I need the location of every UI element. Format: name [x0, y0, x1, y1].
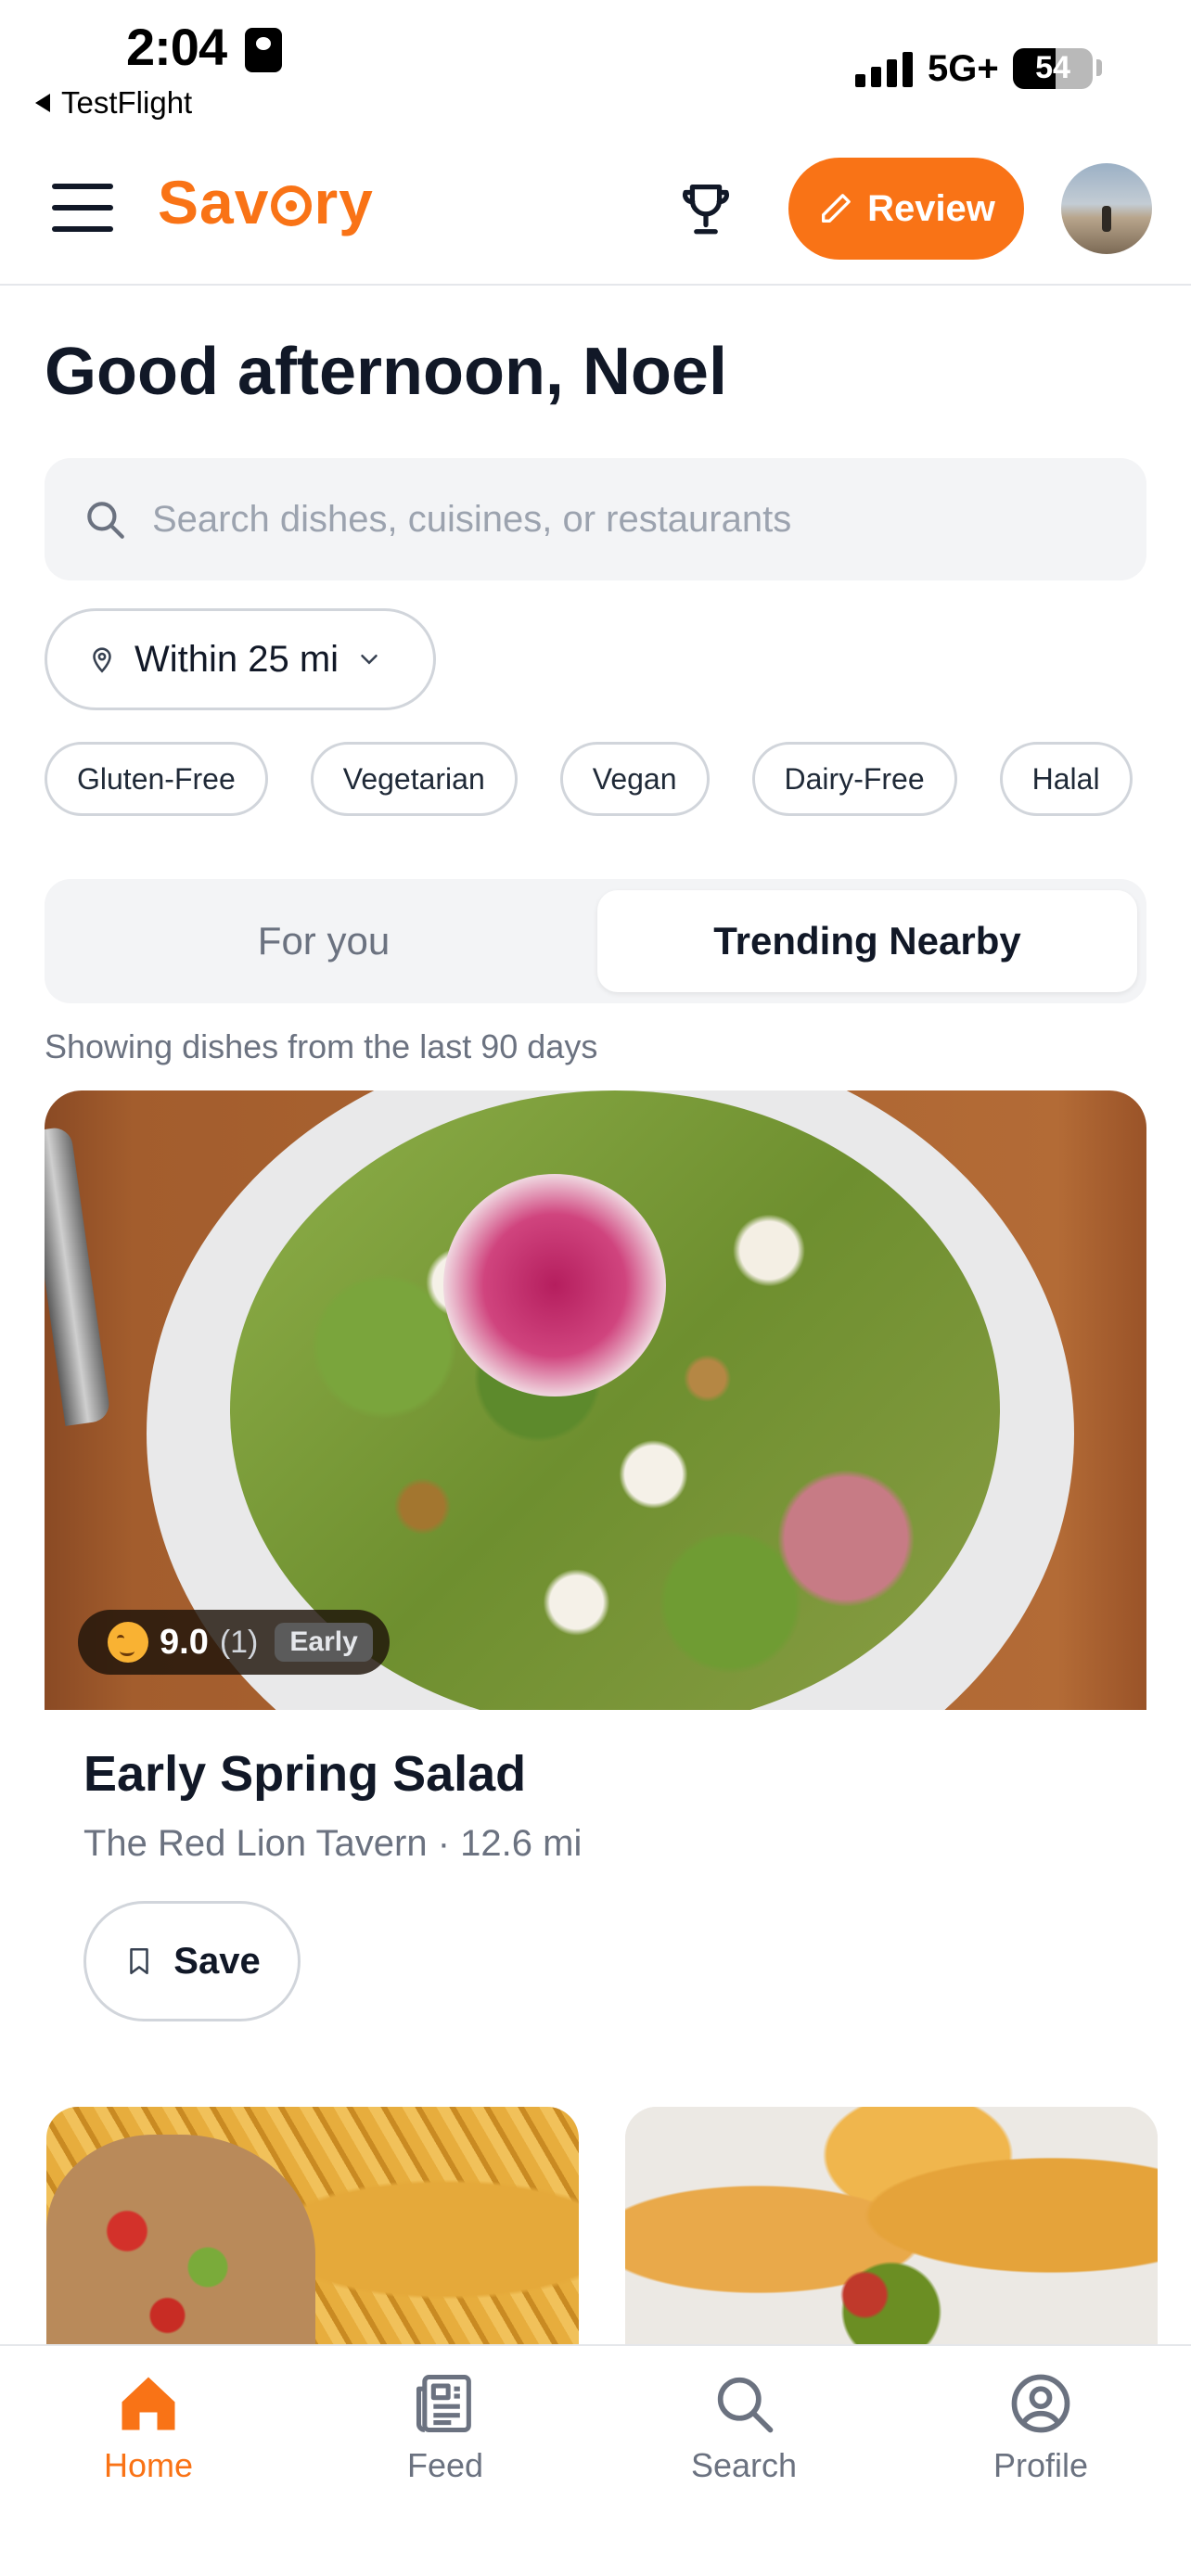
search-placeholder: Search dishes, cuisines, or restaurants	[152, 498, 792, 540]
savory-logo: Sav ry	[158, 167, 374, 237]
diet-filter-chips: Gluten-Free Vegetarian Vegan Dairy-Free …	[45, 742, 1133, 816]
rating-pill: 9.0 (1) Early	[78, 1610, 390, 1675]
rating-count: (1)	[219, 1624, 259, 1660]
logo-text-start: Sav	[158, 168, 270, 236]
search-input[interactable]: Search dishes, cuisines, or restaurants	[45, 458, 1146, 580]
save-button-label: Save	[173, 1940, 261, 1982]
dish-card-thumbnail[interactable]	[625, 2107, 1158, 2348]
review-button-label: Review	[867, 187, 995, 229]
hamburger-menu-icon[interactable]	[52, 184, 113, 232]
tab-trending-nearby[interactable]: Trending Nearby	[597, 890, 1137, 992]
feed-tabs: For you Trending Nearby	[45, 879, 1146, 1003]
nav-search[interactable]: Search	[642, 2368, 846, 2485]
logo-o-mark	[271, 185, 313, 226]
featured-dish-card[interactable]: 9.0 (1) Early	[45, 1090, 1146, 1710]
nav-feed-label: Feed	[406, 2446, 484, 2484]
battery-icon: 54	[1013, 48, 1093, 89]
back-to-testflight[interactable]: TestFlight	[35, 85, 192, 121]
network-type: 5G+	[928, 48, 999, 89]
nav-profile-label: Profile	[992, 2446, 1089, 2484]
location-pin-icon	[93, 647, 111, 673]
search-icon	[717, 2377, 774, 2433]
app-header: Sav ry Review	[0, 139, 1191, 286]
early-badge: Early	[275, 1623, 373, 1662]
contact-badge-icon	[245, 28, 282, 72]
save-button[interactable]: Save	[83, 1901, 301, 2021]
home-icon	[122, 2377, 175, 2430]
nav-search-label: Search	[690, 2446, 798, 2484]
review-button[interactable]: Review	[788, 158, 1024, 260]
nav-home[interactable]: Home	[46, 2368, 250, 2485]
trophy-icon[interactable]	[673, 176, 738, 241]
status-time: 2:04	[126, 18, 227, 76]
status-bar: 2:04 TestFlight 5G+ 54	[0, 0, 1191, 139]
distance-filter-dropdown[interactable]: Within 25 mi	[45, 608, 436, 710]
back-arrow-icon	[35, 94, 50, 112]
search-icon	[87, 502, 124, 539]
logo-text-end: ry	[314, 168, 374, 236]
nav-home-label: Home	[103, 2446, 194, 2484]
chip-vegetarian[interactable]: Vegetarian	[310, 742, 518, 816]
profile-icon	[1011, 2374, 1070, 2433]
chip-halal[interactable]: Halal	[999, 742, 1133, 816]
bottom-nav: Home Feed Search Profile	[0, 2344, 1191, 2576]
avatar[interactable]	[1061, 163, 1152, 254]
tab-for-you[interactable]: For you	[54, 890, 594, 992]
date-range-hint: Showing dishes from the last 90 days	[45, 1027, 598, 1065]
dish-title[interactable]: Early Spring Salad	[83, 1745, 526, 1803]
chip-dairy-free[interactable]: Dairy-Free	[751, 742, 957, 816]
signal-icon	[855, 50, 913, 87]
rating-score: 9.0	[160, 1622, 209, 1662]
chevron-down-icon	[361, 655, 378, 665]
dish-restaurant-distance[interactable]: The Red Lion Tavern · 12.6 mi	[83, 1823, 582, 1865]
chip-vegan[interactable]: Vegan	[559, 742, 710, 816]
drooling-face-icon	[108, 1622, 148, 1663]
chip-gluten-free[interactable]: Gluten-Free	[45, 742, 268, 816]
back-label: TestFlight	[61, 85, 193, 120]
distance-filter-label: Within 25 mi	[134, 638, 339, 680]
nav-feed[interactable]: Feed	[343, 2368, 547, 2485]
newspaper-icon	[416, 2374, 471, 2433]
pencil-icon	[822, 194, 851, 223]
page-title: Good afternoon, Noel	[45, 335, 727, 409]
battery-nub	[1096, 59, 1102, 76]
battery-level: 54	[1035, 50, 1070, 85]
dish-card-thumbnail[interactable]	[46, 2107, 579, 2348]
nav-profile[interactable]: Profile	[939, 2368, 1143, 2485]
bookmark-icon	[130, 1947, 149, 1975]
